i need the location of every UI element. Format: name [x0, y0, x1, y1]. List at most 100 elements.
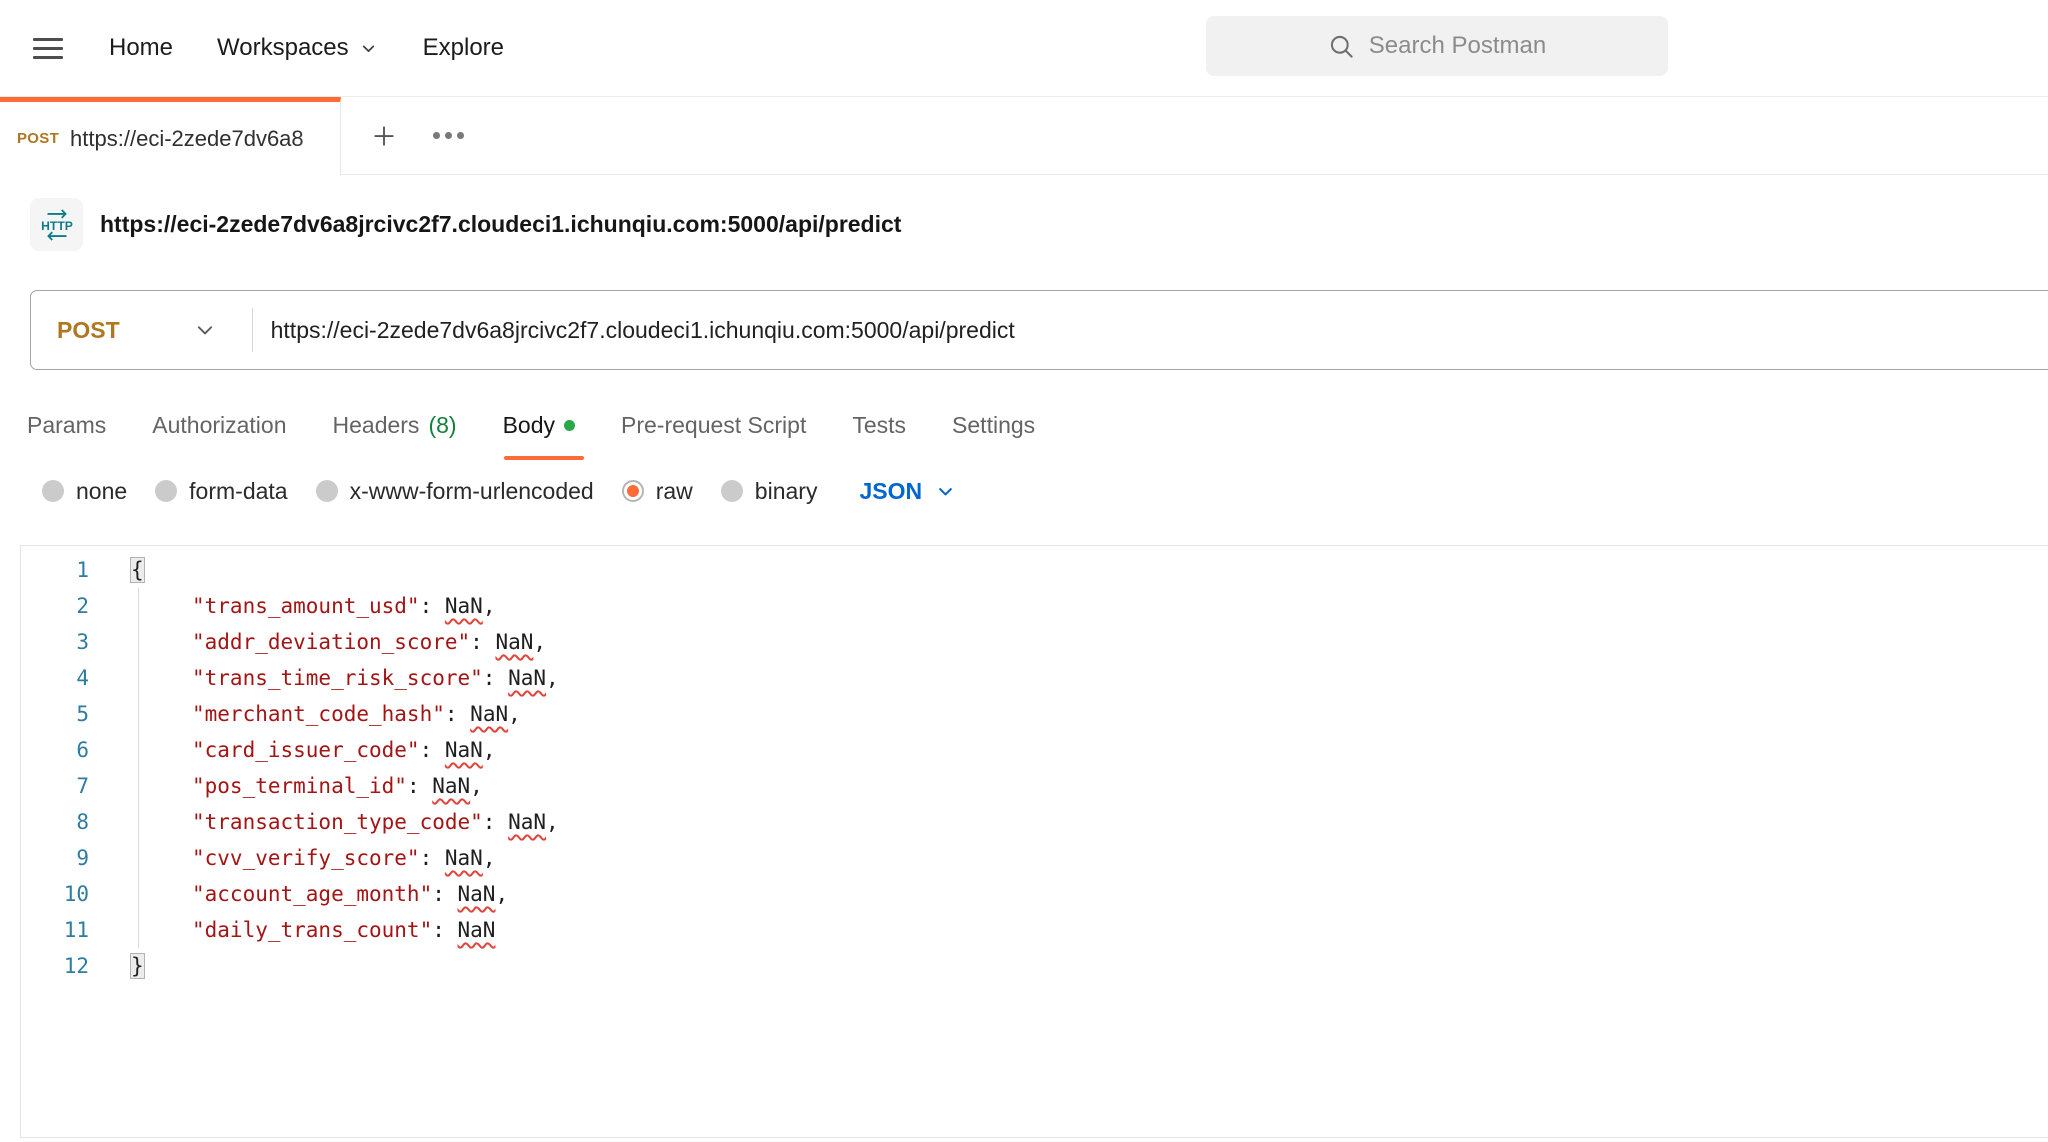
nan-value: NaN — [470, 702, 508, 726]
line-number: 5 — [21, 696, 101, 732]
line-number: 11 — [21, 912, 101, 948]
radio-raw-dot — [627, 485, 639, 497]
search-input[interactable]: Search Postman — [1206, 16, 1668, 76]
code-line[interactable]: 2 "trans_amount_usd": NaN, — [21, 588, 2048, 624]
method-selector-value[interactable]: POST — [57, 317, 120, 344]
tab-body[interactable]: Body — [503, 412, 575, 439]
radio-x-www-form-urlencoded[interactable]: x-www-form-urlencoded — [316, 478, 594, 505]
request-title-row: HTTP https://eci-2zede7dv6a8jrcivc2f7.cl… — [30, 198, 901, 251]
tab-headers-label: Headers — [333, 412, 420, 439]
http-icon-label: HTTP — [41, 218, 73, 232]
colon: : — [470, 630, 495, 654]
code-line[interactable]: 7 "pos_terminal_id": NaN, — [21, 768, 2048, 804]
method-selector-chevron[interactable] — [194, 319, 216, 341]
postman-app: Home Workspaces Explore Search Postman P… — [0, 0, 2048, 1142]
format-dropdown-value: JSON — [859, 478, 922, 505]
tab-authorization-label: Authorization — [152, 412, 286, 439]
code-line[interactable]: 9 "cvv_verify_score": NaN, — [21, 840, 2048, 876]
colon: : — [432, 918, 457, 942]
radio-x-www-form-urlencoded-label: x-www-form-urlencoded — [350, 478, 594, 505]
colon: : — [407, 774, 432, 798]
radio-binary[interactable]: binary — [721, 478, 818, 505]
nan-value: NaN — [445, 738, 483, 762]
radio-none-circle[interactable] — [42, 480, 64, 502]
request-builder: POST https://eci-2zede7dv6a8jrcivc2f7.cl… — [30, 290, 2048, 370]
more-options-button[interactable] — [433, 132, 464, 139]
radio-none-label: none — [76, 478, 127, 505]
line-number: 1 — [21, 552, 101, 588]
radio-form-data-label: form-data — [189, 478, 287, 505]
nan-value: NaN — [458, 882, 496, 906]
json-key: "daily_trans_count" — [192, 918, 432, 942]
radio-binary-circle[interactable] — [721, 480, 743, 502]
nan-value: NaN — [495, 630, 533, 654]
indent-guide — [138, 588, 139, 948]
json-key: "card_issuer_code" — [192, 738, 420, 762]
nan-value: NaN — [432, 774, 470, 798]
search-placeholder: Search Postman — [1369, 32, 1546, 60]
tab-url-label: https://eci-2zede7dv6a8 — [70, 126, 304, 152]
line-number: 2 — [21, 588, 101, 624]
json-key: "merchant_code_hash" — [192, 702, 445, 726]
code-line[interactable]: 10 "account_age_month": NaN, — [21, 876, 2048, 912]
json-key: "trans_amount_usd" — [192, 594, 420, 618]
request-title: https://eci-2zede7dv6a8jrcivc2f7.cloudec… — [100, 211, 901, 238]
colon: : — [420, 846, 445, 870]
tab-pre-request-script[interactable]: Pre-request Script — [621, 412, 806, 439]
json-key: "cvv_verify_score" — [192, 846, 420, 870]
nav-workspaces-label: Workspaces — [217, 34, 349, 62]
radio-none[interactable]: none — [42, 478, 127, 505]
format-dropdown[interactable]: JSON — [859, 478, 955, 505]
json-key: "transaction_type_code" — [192, 810, 483, 834]
code-line[interactable]: 4 "trans_time_risk_score": NaN, — [21, 660, 2048, 696]
body-code-editor[interactable]: 1 { 2 "trans_amount_usd": NaN, 3 "addr_d… — [20, 545, 2048, 1138]
tab-settings[interactable]: Settings — [952, 412, 1035, 439]
line-number: 7 — [21, 768, 101, 804]
hamburger-menu-icon[interactable] — [33, 38, 63, 59]
comma: , — [483, 846, 496, 870]
comma: , — [546, 666, 559, 690]
search-icon — [1328, 33, 1355, 60]
chevron-down-icon — [936, 482, 955, 501]
tab-settings-label: Settings — [952, 412, 1035, 439]
nav-explore-label: Explore — [423, 34, 504, 62]
nav-workspaces[interactable]: Workspaces — [217, 34, 377, 62]
code-line[interactable]: 6 "card_issuer_code": NaN, — [21, 732, 2048, 768]
code-line[interactable]: 1 { — [21, 552, 2048, 588]
nav-home[interactable]: Home — [109, 34, 173, 62]
radio-raw[interactable]: raw — [622, 478, 693, 505]
app-header: Home Workspaces Explore Search Postman — [0, 0, 2048, 97]
tab-authorization[interactable]: Authorization — [152, 412, 286, 439]
tab-params-label: Params — [27, 412, 106, 439]
body-green-dot — [564, 420, 575, 431]
url-input[interactable]: https://eci-2zede7dv6a8jrcivc2f7.cloudec… — [271, 317, 1015, 344]
tab-headers[interactable]: Headers (8) — [333, 412, 457, 439]
active-tab-underline — [504, 456, 584, 460]
code-line[interactable]: 12 } — [21, 948, 2048, 984]
tab-tests[interactable]: Tests — [852, 412, 906, 439]
new-tab-button[interactable] — [369, 121, 399, 151]
comma: , — [533, 630, 546, 654]
code-line[interactable]: 11 "daily_trans_count": NaN — [21, 912, 2048, 948]
code-line[interactable]: 3 "addr_deviation_score": NaN, — [21, 624, 2048, 660]
tab-url-wrap: https://eci-2zede7dv6a8 — [70, 102, 340, 175]
json-key: "trans_time_risk_score" — [192, 666, 483, 690]
radio-form-data[interactable]: form-data — [155, 478, 287, 505]
nan-value: NaN — [508, 810, 546, 834]
tab-method-badge: POST — [17, 130, 59, 147]
tab-params[interactable]: Params — [27, 412, 106, 439]
radio-form-data-circle[interactable] — [155, 480, 177, 502]
nan-value: NaN — [445, 594, 483, 618]
radio-raw-circle[interactable] — [622, 480, 644, 502]
line-number: 4 — [21, 660, 101, 696]
radio-raw-label: raw — [656, 478, 693, 505]
code-line[interactable]: 8 "transaction_type_code": NaN, — [21, 804, 2048, 840]
line-number: 8 — [21, 804, 101, 840]
radio-x-www-form-urlencoded-circle[interactable] — [316, 480, 338, 502]
divider — [252, 308, 253, 352]
request-tab[interactable]: POST https://eci-2zede7dv6a8 — [0, 97, 341, 175]
line-number: 6 — [21, 732, 101, 768]
nav-explore[interactable]: Explore — [423, 34, 504, 62]
code-line[interactable]: 5 "merchant_code_hash": NaN, — [21, 696, 2048, 732]
nan-value: NaN — [508, 666, 546, 690]
